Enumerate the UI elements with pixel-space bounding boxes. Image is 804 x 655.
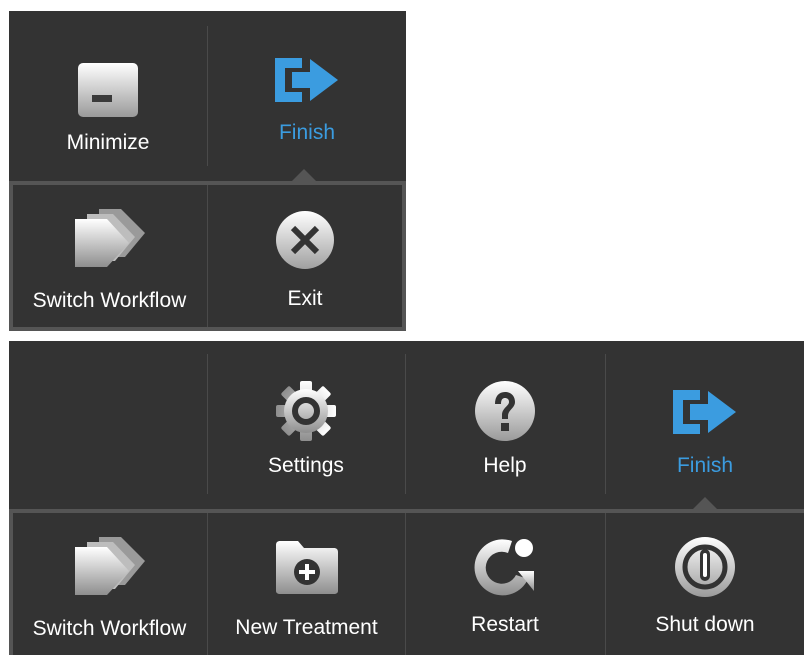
- exit-icon: [276, 211, 334, 269]
- menu-large-panel: Settings Help Finish Switch Workflow New…: [9, 341, 804, 655]
- finish-icon: [275, 58, 338, 102]
- settings-label: Settings: [268, 454, 344, 477]
- switch-workflow-icon: [74, 209, 145, 267]
- switch-workflow-button[interactable]: Switch Workflow: [13, 207, 206, 313]
- menu-large-drawer: Switch Workflow New Treatment Restart Sh…: [13, 513, 804, 655]
- finish-button[interactable]: Finish: [606, 387, 804, 478]
- switch-workflow-label: Switch Workflow: [32, 617, 187, 640]
- menu-small-drawer: Switch Workflow Exit: [13, 185, 402, 327]
- power-icon: [675, 537, 735, 597]
- finish-label: Finish: [676, 454, 734, 477]
- menu-small-panel: Minimize Finish Switch Workflow Exit: [9, 11, 406, 331]
- minimize-label: Minimize: [66, 131, 150, 154]
- minimize-icon: [78, 63, 138, 117]
- shut-down-label: Shut down: [655, 613, 755, 636]
- help-icon: [475, 381, 535, 441]
- settings-button[interactable]: Settings: [208, 379, 404, 478]
- switch-workflow-button[interactable]: Switch Workflow: [13, 535, 206, 641]
- new-treatment-folder-icon: [275, 541, 338, 594]
- restart-button[interactable]: Restart: [406, 535, 604, 637]
- help-label: Help: [483, 454, 527, 477]
- restart-icon: [474, 539, 534, 596]
- new-treatment-label: New Treatment: [235, 616, 378, 639]
- minimize-button[interactable]: Minimize: [9, 61, 207, 155]
- exit-label: Exit: [287, 287, 323, 310]
- exit-button[interactable]: Exit: [208, 209, 402, 311]
- help-button[interactable]: Help: [406, 379, 604, 478]
- switch-workflow-label: Switch Workflow: [32, 289, 187, 312]
- restart-label: Restart: [471, 613, 539, 636]
- finish-icon: [673, 390, 736, 434]
- switch-workflow-icon: [74, 537, 145, 595]
- finish-label: Finish: [278, 121, 336, 144]
- finish-button[interactable]: Finish: [208, 55, 406, 145]
- gear-icon: [276, 381, 336, 441]
- shut-down-button[interactable]: Shut down: [606, 535, 804, 637]
- new-treatment-button[interactable]: New Treatment: [208, 539, 405, 640]
